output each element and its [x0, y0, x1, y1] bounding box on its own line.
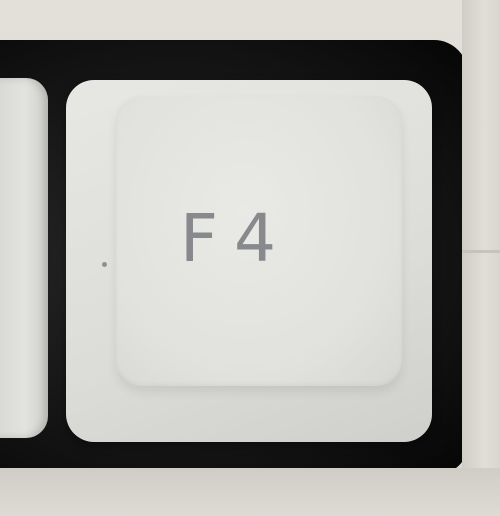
adjacent-key — [0, 78, 48, 438]
keyboard-case-edge — [462, 0, 500, 516]
dust-speck — [102, 262, 107, 267]
keyboard-photo: F4 — [0, 0, 500, 516]
f4-key: F4 — [66, 80, 432, 442]
keycap-top: F4 — [116, 96, 402, 386]
case-seam — [462, 250, 500, 253]
key-legend: F4 — [180, 200, 292, 277]
keyboard-case-bottom — [0, 468, 500, 516]
